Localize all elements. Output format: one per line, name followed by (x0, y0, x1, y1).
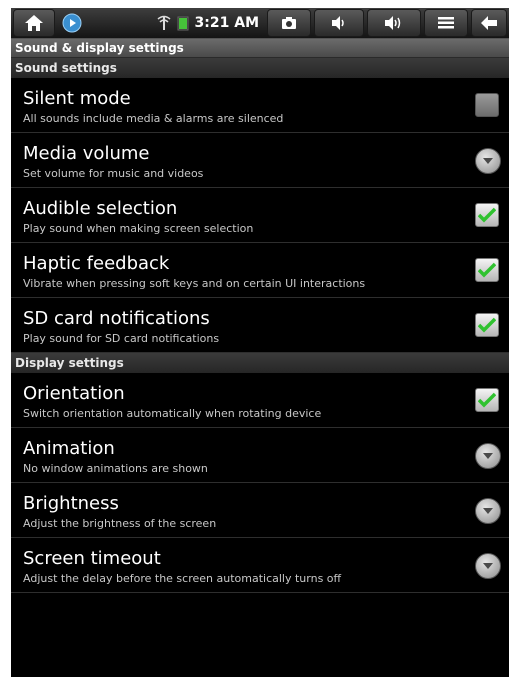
status-area: 3:21 AM (157, 15, 259, 31)
setting-title: Media volume (23, 143, 150, 164)
checkmark-icon (478, 392, 496, 408)
chevron-down-icon (475, 148, 501, 174)
setting-audible-selection[interactable]: Audible selection Play sound when making… (11, 188, 509, 243)
setting-animation[interactable]: Animation No window animations are shown (11, 428, 509, 483)
setting-title: Audible selection (23, 198, 178, 219)
screenshot-button[interactable] (267, 9, 311, 37)
chevron-down-icon (475, 443, 501, 469)
sd-card-notifications-checkbox[interactable] (475, 313, 499, 337)
setting-brightness[interactable]: Brightness Adjust the brightness of the … (11, 483, 509, 538)
setting-subtitle: Vibrate when pressing soft keys and on c… (23, 277, 366, 290)
volume-up-button[interactable] (367, 9, 421, 37)
volume-down-icon (332, 16, 344, 30)
menu-icon (438, 17, 454, 29)
volume-down-button[interactable] (314, 9, 364, 37)
clock: 3:21 AM (194, 15, 259, 31)
back-icon (481, 16, 497, 30)
setting-silent-mode[interactable]: Silent mode All sounds include media & a… (11, 78, 509, 133)
setting-media-volume[interactable]: Media volume Set volume for music and vi… (11, 133, 509, 188)
setting-subtitle: Play sound for SD card notifications (23, 332, 220, 345)
volume-up-icon (385, 16, 401, 30)
checkmark-icon (478, 207, 496, 223)
settings-screen: 3:21 AM Sound & display settings Sound s… (11, 8, 509, 677)
setting-title: Animation (23, 438, 115, 459)
setting-title: Silent mode (23, 88, 131, 109)
section-header-sound: Sound settings (11, 58, 509, 78)
chevron-down-icon (475, 498, 501, 524)
setting-subtitle: Adjust the delay before the screen autom… (23, 572, 342, 585)
home-icon (25, 15, 43, 31)
haptic-feedback-checkbox[interactable] (475, 258, 499, 282)
setting-title: Orientation (23, 383, 125, 404)
wifi-icon (157, 15, 171, 30)
setting-title: Screen timeout (23, 548, 161, 569)
setting-title: Haptic feedback (23, 253, 170, 274)
setting-subtitle: Play sound when making screen selection (23, 222, 254, 235)
setting-subtitle: All sounds include media & alarms are si… (23, 112, 284, 125)
play-icon (62, 13, 82, 33)
home-button[interactable] (13, 9, 55, 37)
setting-sd-card-notifications[interactable]: SD card notifications Play sound for SD … (11, 298, 509, 353)
setting-title: SD card notifications (23, 308, 210, 329)
menu-button[interactable] (424, 9, 468, 37)
setting-subtitle: Set volume for music and videos (23, 167, 204, 180)
setting-subtitle: Adjust the brightness of the screen (23, 517, 217, 530)
setting-orientation[interactable]: Orientation Switch orientation automatic… (11, 373, 509, 428)
setting-title: Brightness (23, 493, 119, 514)
page-title: Sound & display settings (11, 39, 509, 58)
silent-mode-checkbox[interactable] (475, 93, 499, 117)
camera-icon (282, 17, 296, 29)
status-bar: 3:21 AM (11, 8, 509, 39)
checkmark-icon (478, 262, 496, 278)
orientation-checkbox[interactable] (475, 388, 499, 412)
battery-icon (177, 16, 189, 31)
setting-screen-timeout[interactable]: Screen timeout Adjust the delay before t… (11, 538, 509, 593)
setting-haptic-feedback[interactable]: Haptic feedback Vibrate when pressing so… (11, 243, 509, 298)
checkmark-icon (478, 317, 496, 333)
audible-selection-checkbox[interactable] (475, 203, 499, 227)
setting-subtitle: Switch orientation automatically when ro… (23, 407, 322, 420)
back-button[interactable] (471, 9, 507, 37)
chevron-down-icon (475, 553, 501, 579)
section-header-display: Display settings (11, 353, 509, 373)
setting-subtitle: No window animations are shown (23, 462, 208, 475)
media-button[interactable] (58, 10, 86, 36)
